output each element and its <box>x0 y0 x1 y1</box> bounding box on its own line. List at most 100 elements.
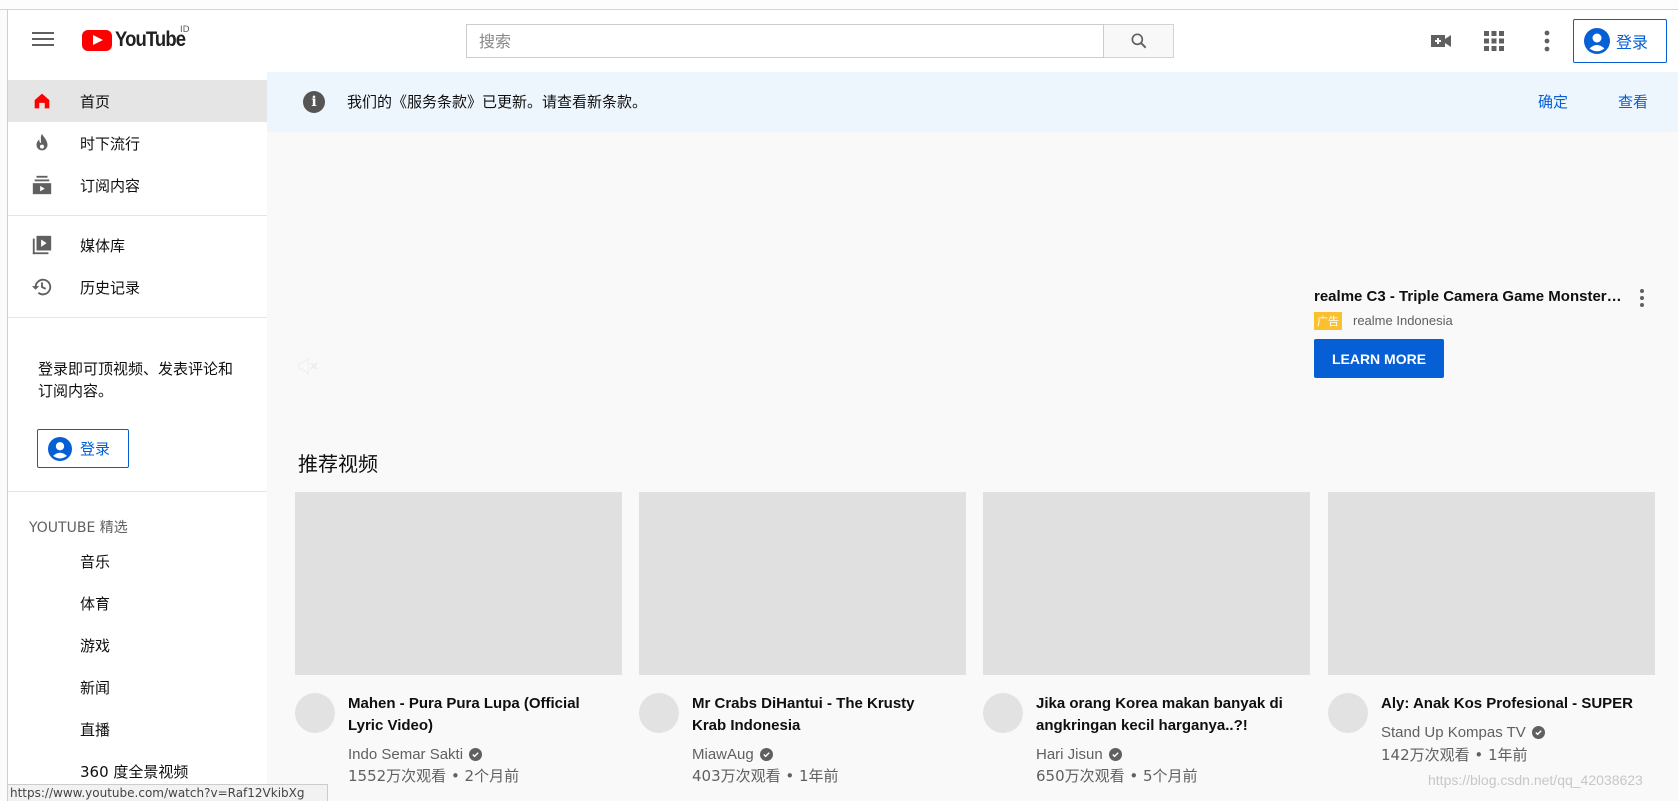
section-title-featured: YOUTUBE 精选 <box>29 520 128 536</box>
sidebar-divider <box>8 317 267 318</box>
sidebar-signin-button[interactable]: 登录 <box>37 429 129 468</box>
sidebar-item-home[interactable]: 首页 <box>8 80 267 122</box>
masthead-ad[interactable]: realme C3 - Triple Camera Game Monster |… <box>267 132 1678 410</box>
video-title[interactable]: Mr Crabs DiHantui - The Krusty Krab Indo… <box>692 693 952 737</box>
sidebar-divider <box>8 491 267 492</box>
video-title[interactable]: Aly: Anak Kos Profesional - SUPER <box>1381 693 1641 715</box>
search-icon <box>1131 33 1146 49</box>
sidebar-item-label: 媒体库 <box>80 236 126 255</box>
terms-update-banner: i 我们的《服务条款》已更新。请查看新条款。 确定 查看 <box>267 72 1678 132</box>
recommended-heading: 推荐视频 <box>298 452 378 476</box>
banner-message: 我们的《服务条款》已更新。请查看新条款。 <box>347 93 648 111</box>
sidebar-item-label: 360 度全景视频 <box>80 762 189 781</box>
channel-avatar[interactable] <box>983 693 1023 733</box>
video-thumbnail[interactable] <box>983 492 1310 675</box>
sidebar-item-subscriptions[interactable]: 订阅内容 <box>8 164 267 206</box>
verified-icon <box>1108 748 1122 761</box>
sidebar-item-label: 历史记录 <box>80 278 141 297</box>
video-title[interactable]: Jika orang Korea makan banyak di angkrin… <box>1036 693 1296 737</box>
sidebar-item-news[interactable]: 新闻 <box>8 666 267 708</box>
sidebar-item-gaming[interactable]: 游戏 <box>8 624 267 666</box>
trending-icon <box>30 131 54 155</box>
sidebar-item-music[interactable]: 音乐 <box>8 540 267 582</box>
sidebar-signin-label: 登录 <box>80 440 111 458</box>
sidebar-item-label: 订阅内容 <box>80 176 141 195</box>
video-meta: 142万次观看 • 1年前 <box>1381 746 1528 764</box>
video-card[interactable]: Mahen - Pura Pura Lupa (Official Lyric V… <box>295 492 622 785</box>
youtube-logo[interactable]: YouTube ID <box>82 25 195 52</box>
learn-more-button[interactable]: LEARN MORE <box>1314 339 1444 378</box>
sidebar-divider <box>8 215 267 216</box>
verified-icon <box>759 748 773 761</box>
verified-icon <box>469 748 483 761</box>
video-channel[interactable]: MiawAug <box>692 746 773 763</box>
signin-promo-text: 登录即可顶视频、发表评论和订阅内容。 <box>38 360 234 400</box>
video-channel-name: Stand Up Kompas TV <box>1381 724 1526 741</box>
ad-badge: 广告 <box>1314 312 1342 330</box>
video-channel-name: MiawAug <box>692 746 754 763</box>
signin-button[interactable]: 登录 <box>1573 19 1667 63</box>
video-meta: 1552万次观看 • 2个月前 <box>348 767 520 785</box>
video-title[interactable]: Mahen - Pura Pura Lupa (Official Lyric V… <box>348 693 608 737</box>
video-thumbnail[interactable] <box>639 492 966 675</box>
home-icon <box>30 89 54 113</box>
ad-more-icon[interactable] <box>1634 288 1650 308</box>
video-meta: 650万次观看 • 5个月前 <box>1036 767 1198 785</box>
sidebar-item-label: 新闻 <box>80 678 111 697</box>
subscriptions-icon <box>30 173 54 197</box>
sidebar-item-label: 游戏 <box>80 636 111 655</box>
library-icon <box>30 233 54 257</box>
channel-avatar[interactable] <box>639 693 679 733</box>
sidebar-item-history[interactable]: 历史记录 <box>8 266 267 308</box>
ad-title[interactable]: realme C3 - Triple Camera Game Monster |… <box>1314 288 1624 305</box>
info-icon: i <box>303 91 325 113</box>
video-channel[interactable]: Stand Up Kompas TV <box>1381 724 1545 741</box>
video-card[interactable]: Aly: Anak Kos Profesional - SUPER Stand … <box>1328 492 1655 764</box>
sidebar-item-sports[interactable]: 体育 <box>8 582 267 624</box>
sidebar-item-library[interactable]: 媒体库 <box>8 224 267 266</box>
create-video-icon[interactable] <box>1427 27 1455 55</box>
video-channel-name: Indo Semar Sakti <box>348 746 464 763</box>
region-code: ID <box>180 25 190 35</box>
channel-avatar[interactable] <box>295 693 335 733</box>
sidebar-item-label: 体育 <box>80 594 111 613</box>
banner-confirm-button[interactable]: 确定 <box>1538 91 1568 112</box>
account-circle-icon <box>48 436 72 461</box>
more-vert-icon[interactable] <box>1533 27 1561 55</box>
video-card[interactable]: Jika orang Korea makan banyak di angkrin… <box>983 492 1310 785</box>
menu-icon[interactable] <box>30 28 56 54</box>
sidebar-item-trending[interactable]: 时下流行 <box>8 122 267 164</box>
search-box <box>466 24 1104 58</box>
video-thumbnail[interactable] <box>295 492 622 675</box>
status-bar-url: https://www.youtube.com/watch?v=Raf12Vki… <box>8 784 328 801</box>
sidebar-item-label: 直播 <box>80 720 111 739</box>
search-input[interactable] <box>467 25 1103 57</box>
search-button[interactable] <box>1104 24 1174 58</box>
signin-label: 登录 <box>1616 33 1649 52</box>
top-header: YouTube ID 登录 <box>8 10 1678 72</box>
channel-avatar[interactable] <box>1328 693 1368 733</box>
video-thumbnail[interactable] <box>1328 492 1655 675</box>
history-icon <box>30 275 54 299</box>
account-circle-icon <box>1584 28 1610 54</box>
video-channel[interactable]: Hari Jisun <box>1036 746 1122 763</box>
apps-grid-icon[interactable] <box>1480 27 1508 55</box>
logo-text: YouTube <box>115 28 186 51</box>
sidebar-item-live[interactable]: 直播 <box>8 708 267 750</box>
sidebar-item-label: 音乐 <box>80 552 111 571</box>
video-channel[interactable]: Indo Semar Sakti <box>348 746 483 763</box>
video-channel-name: Hari Jisun <box>1036 746 1103 763</box>
left-window-edge <box>0 0 8 801</box>
watermark-text: https://blog.csdn.net/qq_42038623 <box>1428 772 1643 788</box>
video-meta: 403万次观看 • 1年前 <box>692 767 839 785</box>
youtube-play-icon <box>82 29 112 51</box>
mute-icon[interactable] <box>296 354 320 382</box>
banner-view-button[interactable]: 查看 <box>1618 91 1648 112</box>
sidebar: 首页 时下流行 订阅内容 媒体库 历史记录 登录即可顶视频、发表评论和订阅内容。… <box>8 72 267 801</box>
youtube-app: YouTube ID 登录 首页 时下流行 <box>8 10 1678 801</box>
video-card[interactable]: Mr Crabs DiHantui - The Krusty Krab Indo… <box>639 492 966 785</box>
sidebar-item-label: 首页 <box>80 92 111 111</box>
sidebar-item-label: 时下流行 <box>80 134 141 153</box>
verified-icon <box>1531 726 1545 739</box>
ad-channel[interactable]: realme Indonesia <box>1353 313 1453 328</box>
